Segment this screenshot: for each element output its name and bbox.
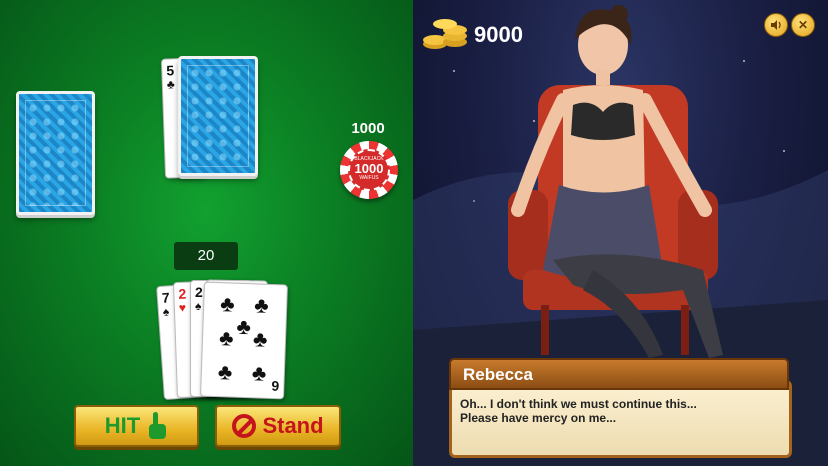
card-rank: 2 <box>178 285 187 302</box>
club-pip: ♣ <box>219 291 236 317</box>
card-suit: ♠ <box>162 304 170 319</box>
hit-button[interactable]: HIT <box>74 405 199 447</box>
player-card-six-clubs: ♣ ♣ ♣ ♣ ♣ ♣ ♣ 6 <box>200 281 288 400</box>
dialog-body: Oh... I don't think we must continue thi… <box>449 380 792 458</box>
blackjack-table: 5 ♣ 1000 BLACKJACK 1000 WAIFUS 20 7 ♠ 2 … <box>0 0 413 466</box>
close-button[interactable]: ✕ <box>791 13 815 37</box>
card-rank: 7 <box>161 289 171 306</box>
stand-button[interactable]: Stand <box>215 405 341 447</box>
card-rank: 5 <box>166 62 175 79</box>
club-pip: ♣ <box>253 292 270 318</box>
player-total: 20 <box>174 242 238 270</box>
coin-balance: 9000 <box>474 22 523 47</box>
club-pip: ♣ <box>217 359 233 385</box>
hit-label: HIT <box>104 413 141 438</box>
card-suit: ♠ <box>195 299 202 313</box>
pointing-hand-icon <box>149 412 167 439</box>
club-pip: ♣ <box>251 360 267 386</box>
bet-chip: BLACKJACK 1000 WAIFUS <box>340 141 398 199</box>
dealer-card-facedown <box>16 91 95 215</box>
stop-icon <box>232 414 257 438</box>
chip-value: 1000 <box>354 161 384 176</box>
speaker-name: Rebecca <box>463 365 533 384</box>
speaker-icon <box>771 20 781 30</box>
dialog-line-2: Please have mercy on me... <box>460 411 617 425</box>
character-scene: 9000 ✕ Oh... I don't think we must conti… <box>413 0 828 466</box>
card-suit: ♥ <box>178 300 187 315</box>
club-pip: ♣ <box>236 313 252 340</box>
card-suit: ♣ <box>166 77 175 92</box>
speaker-nameplate: Rebecca <box>449 358 789 390</box>
sound-button[interactable] <box>764 13 788 37</box>
dialog-text: Oh... I don't think we must continue thi… <box>460 397 781 425</box>
card-rank: 2 <box>195 284 203 300</box>
club-pip: ♣ <box>252 326 268 352</box>
card-rank-bottom: 6 <box>271 377 280 395</box>
close-icon: ✕ <box>797 18 809 32</box>
dialog-line-1: Oh... I don't think we must continue thi… <box>460 397 697 411</box>
dealer-card-facedown <box>178 56 258 176</box>
club-pip: ♣ <box>218 325 234 351</box>
coins-icon <box>423 19 467 49</box>
bet-amount: 1000 <box>351 120 385 137</box>
stand-label: Stand <box>262 413 324 438</box>
dialog-box[interactable]: Oh... I don't think we must continue thi… <box>449 358 792 458</box>
